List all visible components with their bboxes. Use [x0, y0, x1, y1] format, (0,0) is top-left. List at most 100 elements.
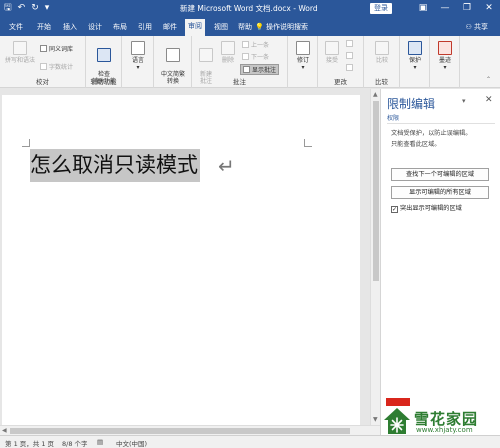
language-icon — [131, 41, 145, 55]
delete-comment-button[interactable]: 删除 — [218, 41, 238, 64]
close-button[interactable]: ✕ — [478, 0, 500, 17]
tab-references[interactable]: 引用 — [135, 20, 155, 36]
group-compare: 比较 比较 — [364, 36, 400, 88]
pane-divider — [387, 123, 495, 124]
comments-group-label: 批注 — [233, 78, 246, 86]
minimize-button[interactable]: — — [434, 0, 456, 17]
save-icon[interactable]: 🖫 — [4, 2, 12, 14]
scroll-down-icon[interactable]: ▼ — [373, 416, 378, 423]
document-area: 怎么取消只读模式 ↵ — [0, 89, 380, 425]
changes-group-label: 更改 — [334, 78, 347, 86]
chevron-down-icon: ▾ — [301, 64, 305, 71]
language-status[interactable]: 中文(中国) — [116, 438, 147, 448]
highlight-regions-checkbox[interactable]: ✓ 突出显示可编辑的区域 — [391, 203, 462, 213]
chinese-conversion-icon — [166, 48, 180, 62]
find-next-region-button[interactable]: 查找下一个可编辑的区域 — [391, 168, 489, 181]
tab-insert[interactable]: 插入 — [60, 20, 80, 36]
ink-pen-icon — [438, 41, 452, 55]
delete-comment-label: 删除 — [221, 57, 234, 64]
margin-corner-top-left — [22, 139, 30, 147]
status-bar: 第 1 页，共 1 页 8/8 个字 ▤ 中文(中国) — [0, 435, 500, 448]
next-icon — [242, 53, 249, 60]
protect-button[interactable]: 保护 ▾ — [403, 41, 427, 71]
spelling-grammar-button[interactable]: 拼写和语法 — [4, 41, 36, 64]
word-count-label: 字数统计 — [49, 64, 74, 71]
proofing-group-label: 校对 — [36, 78, 49, 86]
tab-design[interactable]: 设计 — [85, 20, 105, 36]
chinese-conversion-label: 中文简繁 转换 — [160, 71, 185, 85]
watermark-url: www.xhjaty.com — [416, 426, 473, 434]
login-button[interactable]: 登录 — [370, 3, 392, 14]
accessibility-icon — [97, 48, 111, 62]
compare-label: 比较 — [375, 57, 388, 64]
group-language: 语言 ▾ — [122, 36, 154, 88]
tab-review[interactable]: 审阅 — [185, 19, 205, 36]
thesaurus-icon — [40, 45, 47, 52]
tab-mailings[interactable]: 邮件 — [160, 20, 180, 36]
share-button[interactable]: ⚇ 共享 — [465, 22, 488, 32]
page-count[interactable]: 第 1 页，共 1 页 — [5, 438, 54, 448]
word-count[interactable]: 8/8 个字 — [62, 438, 88, 448]
accessibility-group-label: 辅助功能 — [90, 78, 117, 86]
restore-button[interactable]: ❐ — [456, 0, 478, 17]
thesaurus-label: 同义词库 — [49, 46, 74, 53]
next-comment-button[interactable]: 下一条 — [242, 52, 269, 61]
customize-qat-icon[interactable]: ▾ — [45, 2, 50, 14]
vertical-scrollbar[interactable]: ▲ ▼ — [370, 89, 380, 425]
language-button[interactable]: 语言 ▾ — [125, 41, 151, 71]
undo-icon[interactable]: ↶ — [18, 2, 26, 14]
chinese-conversion-button[interactable]: 中文简繁 转换 — [156, 41, 190, 85]
pane-close-icon[interactable]: ✕ — [485, 95, 493, 105]
margin-corner-top-right — [304, 139, 312, 147]
track-changes-button[interactable]: 修订 ▾ — [291, 41, 315, 71]
previous-change-button[interactable] — [346, 52, 355, 60]
chevron-down-icon: ▾ — [413, 64, 417, 71]
tab-help[interactable]: 帮助 — [235, 20, 255, 36]
tab-layout[interactable]: 布局 — [110, 20, 130, 36]
tab-file[interactable]: 文件 — [6, 20, 26, 36]
title-bar: 🖫 ↶ ↻ ▾ 新建 Microsoft Word 文档.docx - Word… — [0, 0, 500, 17]
redo-icon[interactable]: ↻ — [31, 2, 39, 14]
pane-title: 限制编辑 — [387, 97, 436, 111]
delete-comment-icon — [221, 41, 235, 55]
language-label: 语言 — [131, 57, 144, 64]
new-comment-icon — [199, 48, 213, 62]
reject-button[interactable] — [346, 40, 355, 48]
accept-icon — [325, 41, 339, 55]
tab-view[interactable]: 视图 — [211, 20, 231, 36]
thesaurus-button[interactable]: 同义词库 — [40, 44, 73, 53]
compare-button[interactable]: 比较 — [370, 41, 394, 64]
word-count-button[interactable]: 字数统计 — [40, 62, 73, 71]
show-comments-button[interactable]: 显示批注 — [240, 64, 280, 75]
group-tracking: 修订 ▾ — [288, 36, 318, 88]
quick-access-toolbar: 🖫 ↶ ↻ ▾ — [4, 2, 49, 14]
person-icon: ⚇ — [465, 23, 474, 31]
checkmark-icon: ✓ — [391, 206, 398, 213]
vertical-scroll-thumb[interactable] — [373, 101, 379, 281]
horizontal-scrollbar[interactable]: ◀ — [0, 425, 380, 435]
ink-button[interactable]: 墨迹 ▾ — [433, 41, 457, 71]
document-page[interactable]: 怎么取消只读模式 ↵ — [2, 95, 360, 425]
tell-me-search[interactable]: 💡 操作说明搜索 — [255, 22, 308, 32]
scroll-left-icon[interactable]: ◀ — [2, 427, 7, 434]
proofing-status-icon[interactable]: ▤ — [97, 438, 103, 446]
spelling-check-icon — [13, 41, 27, 55]
highlight-regions-label: 突出显示可编辑的区域 — [400, 205, 462, 212]
protection-notice: 文档受保护，以防止误编辑。 — [391, 130, 472, 137]
group-chinese-conversion: 中文简繁 转换 — [154, 36, 192, 88]
compare-icon — [375, 41, 389, 55]
snowflake-house-icon — [384, 408, 410, 434]
show-all-regions-button[interactable]: 显示可编辑的所有区域 — [391, 186, 489, 199]
horizontal-scroll-thumb[interactable] — [10, 428, 350, 434]
ribbon-display-icon[interactable]: ▣ — [412, 0, 434, 17]
next-change-button[interactable] — [346, 64, 355, 72]
document-text[interactable]: 怎么取消只读模式 — [30, 149, 200, 182]
chevron-down-icon: ▾ — [443, 64, 447, 71]
accept-button[interactable]: 接受 — [321, 41, 343, 64]
scroll-up-icon[interactable]: ▲ — [373, 91, 378, 98]
collapse-ribbon-icon[interactable]: ⌃ — [486, 76, 491, 83]
previous-comment-button[interactable]: 上一条 — [242, 40, 269, 49]
group-changes: 接受 更改 — [318, 36, 364, 88]
tab-home[interactable]: 开始 — [34, 20, 54, 36]
pane-options-icon[interactable]: ▾ — [462, 97, 466, 105]
